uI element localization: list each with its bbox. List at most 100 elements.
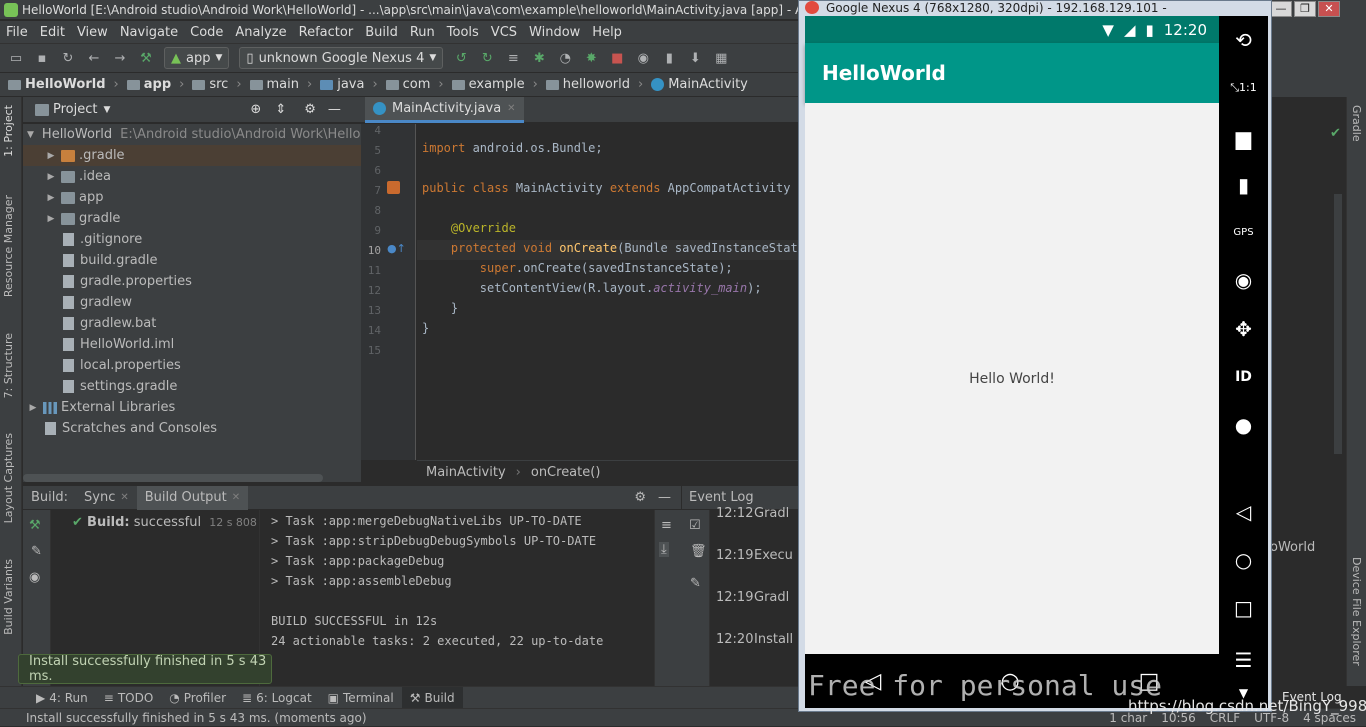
collapse-icon[interactable]: ⇕ — [275, 102, 286, 117]
tree-item[interactable]: HelloWorld.iml — [23, 334, 361, 355]
attach-debugger-icon[interactable]: ✸ — [583, 50, 599, 66]
project-view-select[interactable]: Project — [53, 102, 97, 117]
minimize-icon[interactable]: — — [1270, 1, 1292, 17]
event-log-entry[interactable]: 12:19Execu — [716, 548, 793, 563]
menu-refactor[interactable]: Refactor — [293, 25, 360, 40]
tab-layout-captures[interactable]: Layout Captures — [2, 433, 15, 523]
tab-project[interactable]: 1: Project — [2, 105, 15, 157]
tree-item[interactable]: ▶ app — [23, 187, 361, 208]
gear-icon[interactable]: ⚙ — [304, 102, 316, 117]
tree-item[interactable]: Scratches and Consoles — [23, 418, 361, 439]
overview-button-icon[interactable]: □ — [1219, 596, 1268, 620]
menu-run[interactable]: Run — [404, 25, 441, 40]
rerun-icon[interactable]: ↺ — [453, 50, 469, 66]
back-icon[interactable]: ← — [86, 50, 102, 66]
code-editor[interactable]: import android.os.Bundle; public class M… — [417, 124, 801, 460]
sync-gradle-icon[interactable]: ◉ — [635, 50, 651, 66]
menu-window[interactable]: Window — [523, 25, 586, 40]
debug-icon[interactable]: ✱ — [531, 50, 547, 66]
rotate-icon[interactable]: ⟲ — [1219, 28, 1268, 52]
tab-gradle[interactable]: Gradle — [1350, 105, 1363, 142]
tree-item[interactable]: build.gradle — [23, 250, 361, 271]
wrench-icon[interactable]: ✎ — [690, 576, 701, 591]
event-log-entry[interactable]: 12:12Gradl — [716, 506, 789, 521]
tree-item[interactable]: ▼ HelloWorld E:\Android studio\Android Wor… — [23, 124, 398, 145]
menu-build[interactable]: Build — [359, 25, 404, 40]
fingerprint-id-icon[interactable]: ID — [1219, 365, 1268, 389]
app-content[interactable]: Hello World! — [805, 103, 1219, 654]
tree-item[interactable]: .gitignore — [23, 229, 361, 250]
expand-arrow-icon[interactable]: ▶ — [45, 214, 57, 224]
home-button-icon[interactable]: ○ — [1219, 548, 1268, 572]
maximize-icon[interactable]: ❐ — [1294, 1, 1316, 17]
crumb-helloworld[interactable]: HelloWorld — [8, 77, 106, 92]
tree-item[interactable]: ▶ .gradle — [23, 145, 361, 166]
tree-item[interactable]: local.properties — [23, 355, 361, 376]
expand-arrow-icon[interactable]: ▶ — [45, 172, 57, 182]
build-output-console[interactable]: > Task :app:mergeDebugNativeLibs UP-TO-D… — [259, 510, 654, 686]
avd-manager-icon[interactable]: ▮ — [661, 50, 677, 66]
tree-item[interactable]: gradle.properties — [23, 271, 361, 292]
gps-icon[interactable]: GPS — [1219, 221, 1268, 245]
menu-analyze[interactable]: Analyze — [229, 25, 292, 40]
expand-arrow-icon[interactable]: ▶ — [45, 151, 57, 161]
eye-icon[interactable]: ◉ — [29, 570, 40, 585]
tree-item[interactable]: gradlew — [23, 292, 361, 313]
tree-item[interactable]: settings.gradle — [23, 376, 361, 397]
open-folder-icon[interactable]: ▭ — [8, 50, 24, 66]
menu-vcs[interactable]: VCS — [485, 25, 523, 40]
event-log-entry[interactable]: 12:19Gradl — [716, 590, 789, 605]
sensor-icon[interactable]: ● — [1219, 413, 1268, 437]
menu-navigate[interactable]: Navigate — [114, 25, 184, 40]
save-icon[interactable]: ▪ — [34, 50, 50, 66]
chevron-down-icon[interactable]: ▼ — [103, 105, 110, 115]
menu-view[interactable]: View — [71, 25, 114, 40]
close-icon[interactable]: ✕ — [120, 492, 128, 503]
menu-help[interactable]: Help — [586, 25, 628, 40]
pin-icon[interactable]: ✎ — [31, 544, 42, 559]
vertical-scrollbar[interactable] — [1334, 194, 1342, 454]
build-status-row[interactable]: ✔ Build: successful 12 s 808 ms — [72, 515, 277, 530]
crumb-helloworld-pkg[interactable]: helloworld — [545, 77, 630, 92]
menu-code[interactable]: Code — [184, 25, 229, 40]
tab-mainactivity-java[interactable]: MainActivity.java ✕ — [365, 97, 524, 123]
tab-todo[interactable]: ≡ TODO — [96, 687, 162, 709]
tab-terminal[interactable]: ▣ Terminal — [320, 687, 402, 709]
soft-wrap-icon[interactable]: ≡ — [661, 518, 672, 533]
tree-item[interactable]: gradlew.bat — [23, 313, 361, 334]
tab-build[interactable]: ⚒ Build — [401, 686, 463, 709]
menu-tools[interactable]: Tools — [441, 25, 485, 40]
tab-resource-manager[interactable]: Resource Manager — [2, 195, 15, 297]
locate-icon[interactable]: ⊕ — [250, 102, 261, 117]
zoom-1to1-icon[interactable]: ⤡1:1 — [1219, 76, 1268, 100]
horizontal-scrollbar[interactable] — [23, 474, 323, 482]
battery-icon[interactable]: ▮ — [1219, 173, 1268, 197]
close-icon[interactable]: ✕ — [1318, 1, 1340, 17]
hammer-icon[interactable]: ⚒ — [29, 518, 41, 533]
notification-balloon[interactable]: Install successfully finished in 5 s 43 … — [18, 654, 272, 684]
forward-icon[interactable]: → — [112, 50, 128, 66]
hide-icon[interactable]: — — [328, 102, 341, 117]
device-select[interactable]: ▯ unknown Google Nexus 4 ▼ — [239, 47, 444, 69]
tree-item[interactable]: ▶ gradle — [23, 208, 361, 229]
crumb-src[interactable]: src — [192, 77, 228, 92]
camera-icon[interactable]: ◉ — [1219, 268, 1268, 292]
crumb-java[interactable]: java — [320, 77, 364, 92]
trash-icon[interactable]: 🗑 — [690, 544, 707, 559]
hide-icon[interactable]: — — [658, 490, 671, 505]
tab-logcat[interactable]: ≣ 6: Logcat — [234, 687, 320, 709]
tab-run[interactable]: ▶ 4: Run — [28, 687, 96, 709]
coverage-icon[interactable]: ≡ — [505, 50, 521, 66]
tab-profiler[interactable]: ◔ Profiler — [161, 687, 234, 709]
dpad-icon[interactable]: ✥ — [1219, 317, 1268, 341]
crumb-mainactivity[interactable]: MainActivity — [651, 77, 748, 92]
screenshot-icon[interactable]: ▆ — [1219, 126, 1268, 150]
close-icon[interactable]: ✕ — [507, 103, 515, 114]
project-structure-icon[interactable]: ▦ — [713, 50, 729, 66]
expand-arrow-icon[interactable]: ▶ — [27, 403, 39, 413]
profile-icon[interactable]: ◔ — [557, 50, 573, 66]
crumb-main[interactable]: main — [249, 77, 299, 92]
editor-crumb-class[interactable]: MainActivity — [426, 465, 506, 480]
menu-file[interactable]: File — [0, 25, 34, 40]
tree-item[interactable]: ▶ .idea — [23, 166, 361, 187]
